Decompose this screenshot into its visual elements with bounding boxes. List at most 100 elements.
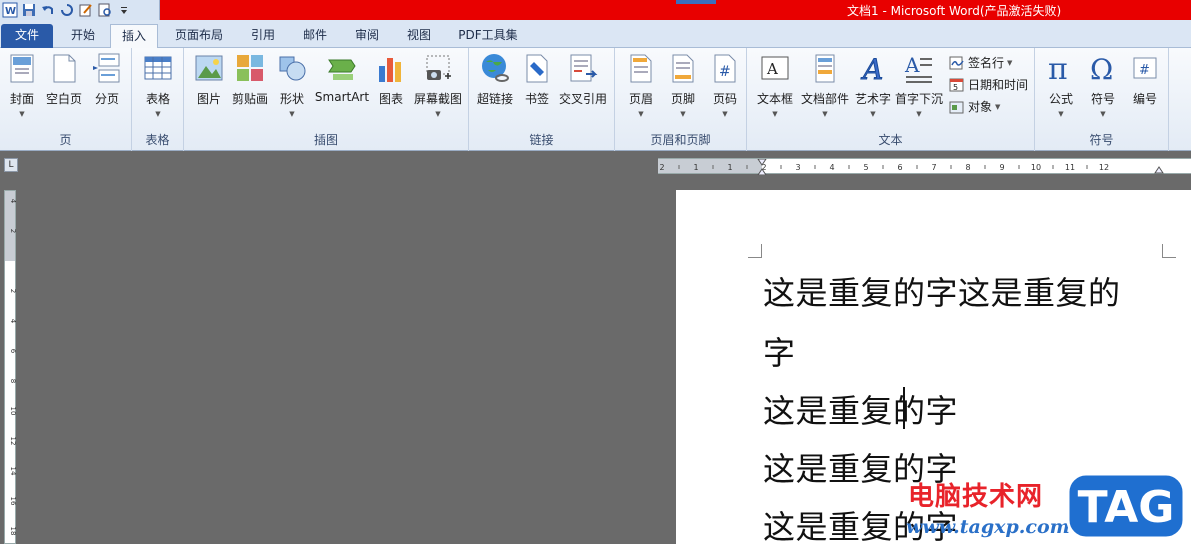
calendar-icon: 5: [949, 78, 964, 92]
word-logo-icon[interactable]: W: [2, 2, 18, 18]
blank-page-button[interactable]: 空白页: [44, 52, 84, 107]
shapes-icon: [279, 56, 306, 81]
object-button[interactable]: 对象 ▼: [949, 98, 1000, 115]
vertical-ruler-tick-label: 12: [9, 437, 17, 446]
ruler-tick-label: 2: [659, 163, 664, 172]
chart-icon: [379, 58, 401, 82]
tab-mailings[interactable]: 邮件: [292, 24, 338, 48]
picture-button[interactable]: 图片: [192, 52, 226, 107]
edit-icon[interactable]: [78, 2, 94, 18]
horizontal-ruler[interactable]: 2 1 1 2 3 4 5 6 7 8 9 10 11 12: [658, 158, 1191, 175]
group-tables: 表格 ▼ 表格: [132, 48, 184, 151]
document-line[interactable]: 这是重复的字: [763, 386, 958, 432]
ruler-ticks: 2 1 1 2 3 4 5 6 7 8 9 10 11 12: [659, 159, 1164, 175]
ribbon: 封面 ▼ 空白页 分页 页 表格 ▼ 表格 图片 剪贴画 形状 ▼ SmartA…: [0, 48, 1191, 151]
chevron-down-icon: ▼: [772, 110, 778, 118]
screenshot-label: 屏幕截图: [413, 92, 462, 106]
chevron-down-icon: ▼: [1007, 58, 1013, 67]
tab-home[interactable]: 开始: [60, 24, 106, 48]
tab-pdf-tools[interactable]: PDF工具集: [450, 24, 526, 48]
footer-label: 页脚: [670, 92, 695, 106]
document-line[interactable]: 这是重复的字这是重复的: [763, 268, 1121, 314]
tab-file[interactable]: 文件: [1, 24, 53, 48]
ruler-tick-label: 7: [931, 163, 936, 172]
cross-reference-label: 交叉引用: [558, 92, 607, 106]
group-text-label: 文本: [878, 133, 903, 147]
smartart-label: SmartArt: [314, 90, 370, 104]
tab-page-layout[interactable]: 页面布局: [166, 24, 232, 48]
tab-insert[interactable]: 插入: [110, 24, 158, 49]
header-button[interactable]: 页眉 ▼: [623, 52, 659, 118]
vertical-ruler-tick-label: 14: [9, 467, 17, 476]
ruler-tick-label: 1: [693, 163, 698, 172]
svg-text:5: 5: [953, 83, 958, 92]
crop-mark-right: [1162, 244, 1176, 258]
page-break-icon: [93, 53, 120, 83]
undo-icon[interactable]: [40, 2, 56, 18]
customize-qat-icon[interactable]: [116, 2, 132, 18]
shapes-label: 形状: [279, 92, 304, 106]
group-symbols: π 公式 ▼ Ω 符号 ▼ # 编号 符号: [1035, 48, 1169, 151]
wordart-button[interactable]: A 艺术字 ▼: [853, 52, 893, 119]
cover-page-icon: [10, 54, 34, 83]
right-indent-marker[interactable]: [1154, 166, 1164, 174]
tab-selector[interactable]: L: [4, 158, 18, 172]
save-icon[interactable]: [21, 2, 37, 18]
symbol-button[interactable]: Ω 符号 ▼: [1083, 52, 1123, 118]
window-title: 文档1 - Microsoft Word(产品激活失败): [847, 4, 1062, 18]
text-box-button[interactable]: A 文本框 ▼: [755, 52, 795, 118]
numbering-button[interactable]: # 编号: [1125, 52, 1165, 107]
quick-access-toolbar: W: [0, 0, 160, 20]
quick-parts-button[interactable]: 文档部件 ▼: [799, 52, 851, 118]
equation-button[interactable]: π 公式 ▼: [1041, 52, 1081, 118]
cross-reference-button[interactable]: 交叉引用: [557, 52, 609, 107]
omega-icon: Ω: [1090, 53, 1113, 84]
redo-icon[interactable]: [59, 2, 75, 18]
drop-cap-button[interactable]: A 首字下沉 ▼: [893, 52, 945, 118]
drop-cap-label: 首字下沉: [894, 92, 943, 106]
svg-text:#: #: [1139, 63, 1150, 78]
wordart-icon: A: [860, 53, 884, 85]
page-break-button[interactable]: 分页: [90, 52, 124, 107]
chevron-down-icon: ▼: [722, 110, 728, 118]
blank-page-icon: [53, 54, 76, 83]
bookmark-button[interactable]: 书签: [521, 52, 553, 107]
svg-text:A: A: [860, 53, 883, 84]
svg-text:A: A: [904, 53, 920, 77]
page-number-button[interactable]: # 页码 ▼: [707, 52, 743, 118]
screenshot-icon: [426, 55, 451, 80]
vertical-ruler-tick-label: 8: [9, 379, 17, 383]
smartart-button[interactable]: SmartArt: [314, 52, 370, 104]
document-line[interactable]: 字: [763, 328, 796, 374]
vertical-ruler[interactable]: 4 2 2 4 6 8 10 12 14 16 18: [4, 190, 17, 544]
print-preview-icon[interactable]: [97, 2, 113, 18]
shapes-button[interactable]: 形状 ▼: [276, 52, 308, 118]
chevron-down-icon: ▼: [870, 110, 876, 118]
cover-page-label: 封面: [9, 92, 34, 106]
date-time-button[interactable]: 5 日期和时间: [949, 76, 1028, 93]
clip-art-button[interactable]: 剪贴画: [230, 52, 270, 107]
table-button[interactable]: 表格 ▼: [140, 52, 176, 118]
screenshot-button[interactable]: 屏幕截图 ▼: [412, 52, 464, 118]
vertical-ruler-ticks: 4 2 2 4 6 8 10 12 14 16 18: [9, 199, 17, 536]
ruler-tick-label: 5: [863, 163, 868, 172]
footer-button[interactable]: 页脚 ▼: [665, 52, 701, 118]
svg-text:W: W: [5, 6, 16, 17]
chart-button[interactable]: 图表: [374, 52, 408, 107]
picture-icon: [195, 55, 223, 81]
vertical-ruler-tick-label: 18: [9, 527, 17, 536]
tab-review[interactable]: 审阅: [344, 24, 390, 48]
group-symbols-label: 符号: [1089, 133, 1114, 147]
table-label: 表格: [145, 92, 170, 106]
group-tables-label: 表格: [145, 133, 170, 147]
tab-references[interactable]: 引用: [240, 24, 286, 48]
ruler-tick-label: 1: [727, 163, 732, 172]
tab-view[interactable]: 视图: [396, 24, 442, 48]
ruler-tick-label: 12: [1099, 163, 1109, 172]
signature-line-button[interactable]: 签名行 ▼: [949, 54, 1012, 71]
chevron-down-icon: ▼: [435, 110, 441, 118]
chevron-down-icon: ▼: [1100, 110, 1106, 118]
cover-page-button[interactable]: 封面 ▼: [6, 52, 38, 118]
hyperlink-button[interactable]: 超链接: [475, 52, 515, 107]
group-illustrations-label: 插图: [313, 133, 338, 147]
